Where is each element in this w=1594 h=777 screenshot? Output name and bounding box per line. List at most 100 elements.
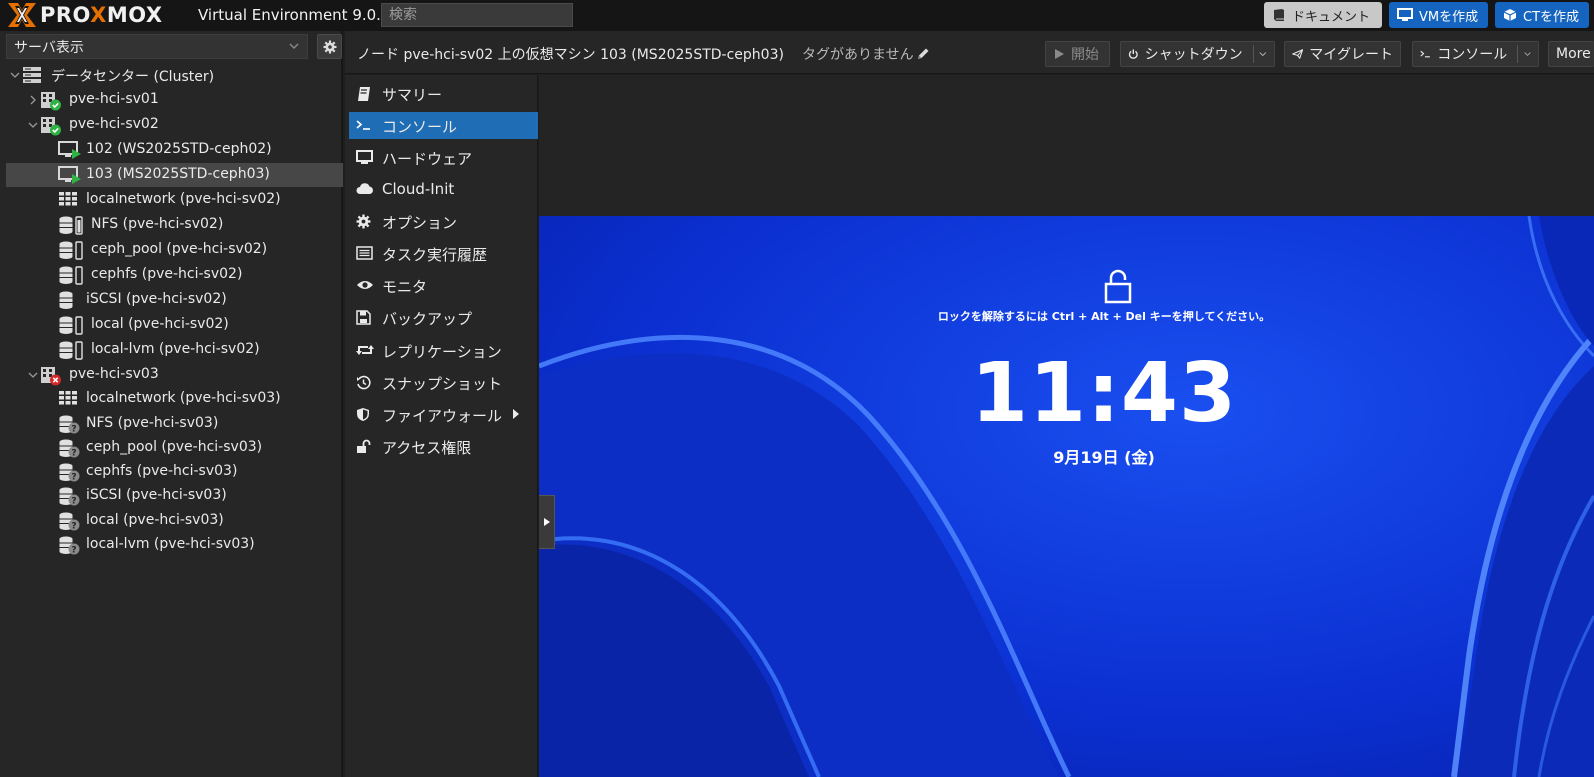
tree-item-label: local (pve-hci-sv03) — [86, 512, 224, 528]
expanded-chevron-icon[interactable] — [28, 120, 38, 130]
create-ct-label: CTを作成 — [1523, 9, 1580, 25]
tree-item-node-sv01[interactable]: pve-hci-sv01 — [6, 88, 343, 112]
console-button[interactable]: コンソール — [1412, 41, 1539, 67]
tree-item-storage-cephfs-sv03[interactable]: ? cephfs (pve-hci-sv03) — [6, 460, 343, 484]
submenu-label: コンソール — [382, 118, 458, 136]
vm-running-icon — [58, 166, 81, 184]
submenu-label: レプリケーション — [382, 343, 502, 361]
svg-text:?: ? — [71, 522, 76, 532]
tree-item-label: ceph_pool (pve-hci-sv03) — [86, 439, 263, 455]
storage-unknown-icon: ? — [59, 463, 80, 483]
tree-item-storage-cephpool-sv02[interactable]: ceph_pool (pve-hci-sv02) — [6, 238, 343, 262]
search-input[interactable] — [381, 3, 573, 27]
submenu-item-backup[interactable]: バックアップ — [349, 304, 538, 331]
start-button[interactable]: 開始 — [1045, 41, 1110, 67]
migrate-label: マイグレート — [1309, 47, 1393, 63]
create-vm-button[interactable]: VMを作成 — [1389, 2, 1488, 28]
storage-icon — [59, 316, 83, 335]
submenu-label: アクセス権限 — [382, 439, 472, 457]
logo-wordmark: PROXMOX — [40, 3, 163, 27]
submenu-label: オプション — [382, 214, 458, 232]
tree-item-storage-locallvm-sv03[interactable]: ? local-lvm (pve-hci-sv03) — [6, 533, 343, 557]
tree-item-storage-iscsi-sv03[interactable]: ? iSCSI (pve-hci-sv03) — [6, 484, 343, 508]
submenu-label: バックアップ — [382, 310, 473, 328]
shield-icon — [357, 408, 369, 421]
shutdown-button[interactable]: シャットダウン — [1120, 41, 1275, 67]
submenu-arrow-icon — [513, 409, 519, 419]
tree-item-sdn-sv03[interactable]: localnetwork (pve-hci-sv03) — [6, 387, 343, 411]
tree-item-label: データセンター (Cluster) — [51, 69, 215, 85]
tree-item-vm-102[interactable]: 102 (WS2025STD-ceph02) — [6, 138, 343, 162]
submenu-item-options[interactable]: オプション — [349, 208, 538, 235]
tree-item-storage-local-sv03[interactable]: ? local (pve-hci-sv03) — [6, 509, 343, 533]
chevron-down-icon[interactable] — [1524, 49, 1531, 59]
tree-item-storage-cephpool-sv03[interactable]: ? ceph_pool (pve-hci-sv03) — [6, 436, 343, 460]
svg-text:?: ? — [71, 473, 76, 483]
pencil-icon[interactable] — [916, 47, 930, 61]
tree-item-vm-103[interactable]: 103 (MS2025STD-ceph03) — [6, 163, 343, 187]
cloud-icon — [356, 183, 373, 194]
console-panel[interactable]: ロックを解除するには Ctrl + Alt + Del キーを押してください。 … — [539, 75, 1594, 777]
tree-item-label: iSCSI (pve-hci-sv03) — [86, 487, 227, 503]
submenu-item-snapshot[interactable]: スナップショット — [349, 369, 538, 396]
tree-item-storage-local-sv02[interactable]: local (pve-hci-sv02) — [6, 313, 343, 337]
cube-icon — [1503, 9, 1517, 21]
tree-item-storage-iscsi-sv02[interactable]: iSCSI (pve-hci-sv02) — [6, 288, 343, 312]
documentation-button[interactable]: ドキュメント — [1264, 2, 1382, 28]
svg-text:?: ? — [71, 497, 76, 507]
tree-item-datacenter[interactable]: データセンター (Cluster) — [6, 63, 343, 87]
tree-item-label: local-lvm (pve-hci-sv02) — [91, 341, 260, 357]
submenu-item-cloudinit[interactable]: Cloud-Init — [349, 176, 538, 203]
tree-item-label: cephfs (pve-hci-sv03) — [86, 463, 238, 479]
history-icon — [357, 375, 371, 390]
chevron-down-icon[interactable] — [1259, 49, 1267, 59]
expanded-chevron-icon[interactable] — [10, 70, 20, 80]
submenu-label: サマリー — [382, 86, 443, 104]
collapsed-chevron-icon[interactable] — [28, 95, 38, 105]
tree-item-sdn-sv02[interactable]: localnetwork (pve-hci-sv02) — [6, 188, 343, 212]
tree-item-storage-locallvm-sv02[interactable]: local-lvm (pve-hci-sv02) — [6, 338, 343, 362]
submenu-item-summary[interactable]: サマリー — [349, 80, 538, 107]
view-selector[interactable]: サーバ表示 — [6, 34, 308, 59]
proxmox-logo[interactable]: PROXMOX — [6, 2, 163, 28]
network-grid-icon — [59, 192, 77, 206]
vm-header: ノード pve-hci-sv02 上の仮想マシン 103 (MS2025STD-… — [345, 31, 1594, 74]
tags-area[interactable]: タグがありません — [802, 44, 930, 64]
submenu-item-console[interactable]: コンソール — [349, 112, 538, 139]
tree-item-node-sv02[interactable]: pve-hci-sv02 — [6, 113, 343, 137]
tree-item-label: local (pve-hci-sv02) — [91, 316, 229, 332]
submenu-item-firewall[interactable]: ファイアウォール — [349, 401, 538, 428]
submenu-item-replication[interactable]: レプリケーション — [349, 337, 538, 364]
migrate-button[interactable]: マイグレート — [1284, 41, 1401, 67]
monitor-icon — [356, 150, 373, 164]
submenu-label: ファイアウォール — [382, 407, 503, 425]
node-online-icon — [41, 117, 61, 136]
vm-console-screen[interactable]: ロックを解除するには Ctrl + Alt + Del キーを押してください。 … — [539, 216, 1594, 777]
submenu-item-task-history[interactable]: タスク実行履歴 — [349, 240, 538, 267]
tree-settings-button[interactable] — [317, 34, 342, 59]
terminal-icon — [356, 120, 370, 130]
unlock-icon — [357, 439, 371, 453]
split-divider — [1517, 45, 1518, 63]
submenu-item-permissions[interactable]: アクセス権限 — [349, 433, 538, 460]
tree-item-storage-cephfs-sv02[interactable]: cephfs (pve-hci-sv02) — [6, 263, 343, 287]
tree-item-label: local-lvm (pve-hci-sv03) — [86, 536, 255, 552]
book-icon — [1274, 9, 1284, 21]
storage-unknown-icon: ? — [59, 512, 80, 532]
tree-item-label: pve-hci-sv03 — [69, 366, 159, 382]
tree-item-storage-nfs-sv03[interactable]: ? NFS (pve-hci-sv03) — [6, 412, 343, 436]
more-button[interactable]: More — [1548, 41, 1594, 67]
tree-item-storage-nfs-sv02[interactable]: NFS (pve-hci-sv02) — [6, 213, 343, 237]
top-bar: PROXMOX Virtual Environment 9.0.9 ドキュメント… — [0, 0, 1594, 31]
submenu-item-monitor[interactable]: モニタ — [349, 272, 538, 299]
tree-item-label: cephfs (pve-hci-sv02) — [91, 266, 243, 282]
svg-text:?: ? — [71, 425, 76, 435]
terminal-icon — [1420, 50, 1430, 58]
create-ct-button[interactable]: CTを作成 — [1495, 2, 1589, 28]
submenu-item-hardware[interactable]: ハードウェア — [349, 144, 538, 171]
console-label: コンソール — [1437, 47, 1508, 63]
tree-item-node-sv03[interactable]: pve-hci-sv03 — [6, 363, 343, 387]
tree-item-label: 103 (MS2025STD-ceph03) — [86, 166, 270, 182]
console-sidebar-toggle[interactable] — [539, 495, 555, 549]
expanded-chevron-icon[interactable] — [28, 370, 38, 380]
